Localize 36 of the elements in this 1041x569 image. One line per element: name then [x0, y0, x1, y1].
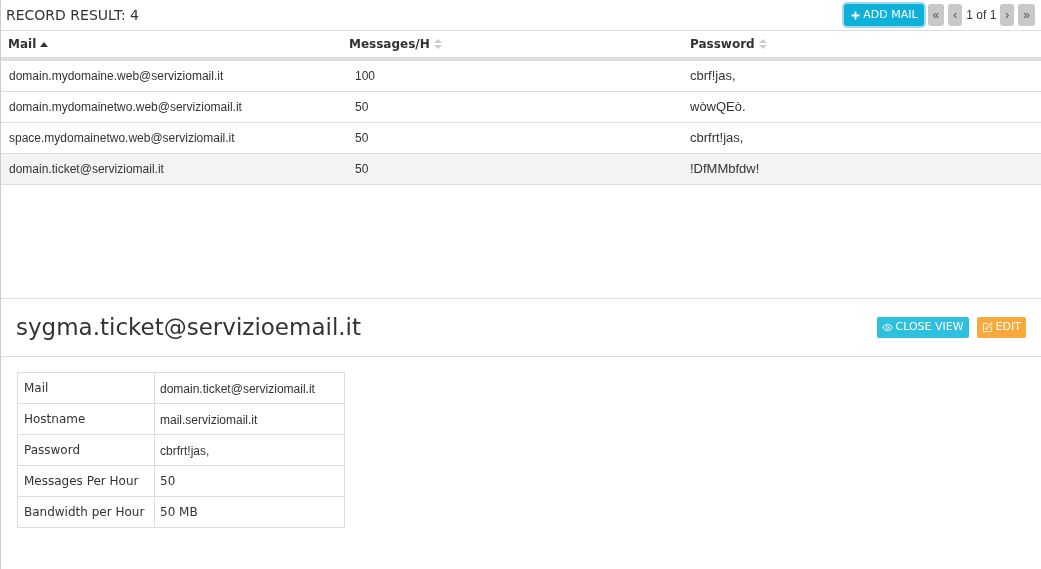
table-cell-text: 50 [354, 99, 370, 116]
record-count: RECORD RESULT: 4 [6, 5, 139, 25]
detail-title: sygma.ticket@servizioemail.it [16, 313, 361, 343]
table-cell-text: domain.mydomainetwo.web@serviziomail.it [8, 99, 243, 116]
field-label: Mail [17, 372, 155, 404]
table-cell-text: !DfMMbfdw! [689, 160, 761, 179]
column-header[interactable]: Messages/H [342, 35, 683, 53]
table-row[interactable]: domain.ticket@serviziomail.it 50 !DfMMbfdw! [1, 154, 1041, 185]
plus-icon [850, 9, 862, 21]
edit-icon [981, 322, 993, 333]
last-page-button[interactable]: » [1018, 4, 1035, 26]
page-indicator: 1 of 1 [966, 7, 997, 24]
table-cell-text: domain.mydomaine.web@serviziomail.it [8, 68, 225, 85]
field-label: Password [17, 434, 155, 466]
field-value: 50 [154, 465, 345, 497]
column-header[interactable]: Mail [1, 35, 342, 53]
column-header[interactable]: Password [683, 35, 1041, 53]
table-cell-text: 50 [354, 161, 370, 178]
field-label: Messages Per Hour [17, 465, 155, 497]
eye-icon [881, 322, 893, 333]
table-cell-text: 100 [354, 68, 377, 85]
field-value: mail.serviziomail.it [154, 403, 345, 435]
field-value: 50 MB [154, 496, 345, 528]
field-label: Bandwidth per Hour [17, 496, 155, 528]
field-value: domain.ticket@serviziomail.it [154, 372, 345, 404]
table-cell-text: cbrfrt!jas, [689, 129, 745, 148]
field-value: cbrfrt!jas, [154, 434, 345, 466]
next-page-button[interactable]: › [1000, 4, 1015, 26]
table-cell-text: domain.ticket@serviziomail.it [8, 161, 165, 178]
previous-page-button[interactable]: ‹ [948, 4, 963, 26]
table-cell-text: wòwQEò. [689, 98, 747, 117]
table-cell-text: space.mydomainetwo.web@serviziomail.it [8, 130, 236, 147]
table-cell-text: 50 [354, 130, 370, 147]
first-page-button[interactable]: « [927, 4, 945, 26]
field-label: Hostname [17, 403, 155, 435]
table-cell-text: cbrf!jas, [689, 67, 737, 86]
